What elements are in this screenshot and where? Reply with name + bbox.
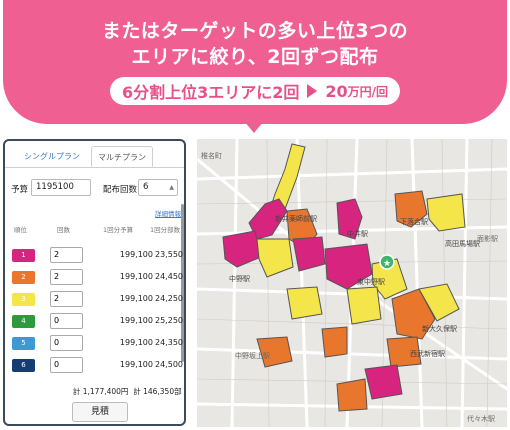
banner-pointer (244, 121, 264, 133)
plan-summary-pill: 6分割上位3エリアに2回 20 万円/回 (110, 77, 400, 105)
area-rank2-e (321, 326, 348, 358)
area-rank3-b (426, 193, 466, 232)
quote-button[interactable]: 見積 (72, 402, 128, 422)
total-copies: 計 146,350部 (133, 387, 182, 396)
area-rank1-e (364, 364, 403, 400)
rank-swatch: 6 (12, 359, 35, 372)
detail-info-link[interactable]: 詳細情報 (155, 208, 181, 218)
table-row: 4 0 199,100 25,250 (5, 312, 184, 334)
map-label: 中野駅 (229, 275, 250, 283)
map-label: 東中野駅 (357, 278, 385, 286)
budget-input[interactable]: 1195100 (31, 179, 91, 196)
map-label: 下落合駅 (400, 218, 428, 226)
col-copies: 1回分部数 (150, 226, 181, 234)
total-label: 計 (72, 387, 81, 396)
times-input[interactable]: 2 (50, 291, 83, 307)
tab-multi-plan[interactable]: マルチプラン (91, 146, 153, 167)
distribution-count-select[interactable]: 6 ▲ (138, 179, 178, 196)
copies-cell: 23,550 (155, 250, 183, 259)
budget-cell: 199,100 (119, 272, 153, 281)
budget-cell: 199,100 (119, 360, 153, 369)
map-label: 椎名町 (201, 152, 222, 160)
map-label: 新井薬師前駅 (275, 215, 317, 223)
copies-cell: 24,450 (155, 272, 183, 281)
times-input[interactable]: 2 (50, 247, 83, 263)
budget-label: 予算 (11, 185, 29, 195)
budget-cell: 199,100 (119, 294, 153, 303)
col-budget: 1回分予算 (103, 226, 134, 234)
star-icon: ★ (383, 259, 391, 269)
plan-tabs: シングルプラン マルチプラン (5, 141, 184, 168)
select-arrows-icon: ▲ (169, 184, 174, 191)
table-row: 6 0 199,100 24,500 (5, 356, 184, 378)
plan-price-unit: 万円/回 (347, 84, 389, 99)
plan-summary-text: 6分割上位3エリアに2回 (121, 83, 300, 102)
budget-cell: 199,100 (119, 316, 153, 325)
banner-headline-line2: エリアに絞り、2回ずつ配布 (131, 46, 379, 68)
times-input[interactable]: 0 (50, 357, 83, 373)
distribution-map[interactable]: ★ 椎名町 新井薬師前駅 下落合駅 中井駅 中野駅 東中野駅 高田馬場駅 面影駅… (197, 139, 507, 427)
copies-cell: 24,250 (155, 294, 183, 303)
map-label: 中井駅 (347, 230, 368, 238)
times-input[interactable]: 2 (50, 269, 83, 285)
total-budget: 1,177,400円 (82, 387, 129, 396)
rank-swatch: 5 (12, 337, 35, 350)
budget-cell: 199,100 (119, 250, 153, 259)
table-row: 2 2 199,100 24,450 (5, 268, 184, 290)
area-rank1-b (222, 230, 262, 268)
rank-swatch: 4 (12, 315, 35, 328)
map-label: 面影駅 (477, 235, 498, 243)
area-rank2-g (336, 378, 368, 412)
budget-cell: 199,100 (119, 338, 153, 347)
table-row: 5 0 199,100 24,350 (5, 334, 184, 356)
rank-swatch: 1 (12, 249, 35, 262)
copies-cell: 25,250 (155, 316, 183, 325)
table-row: 3 2 199,100 24,250 (5, 290, 184, 312)
area-rank3-f (286, 286, 323, 320)
copies-cell: 24,350 (155, 338, 183, 347)
tab-single-plan[interactable]: シングルプラン (9, 146, 95, 167)
col-times: 回数 (57, 226, 70, 234)
area-rank3-g (346, 286, 382, 325)
plan-panel: シングルプラン マルチプラン 予算 1195100 配布回数 6 ▲ 詳細情報 … (3, 139, 186, 426)
area-polygons (222, 143, 466, 412)
totals-line: 計 1,177,400円 計 146,350部 (5, 386, 184, 397)
rank-swatch: 2 (12, 271, 35, 284)
table-row: 1 2 199,100 23,550 (5, 246, 184, 268)
rank-swatch: 3 (12, 293, 35, 306)
banner-headline-line1: またはターゲットの多い上位3つの (101, 20, 409, 42)
distribution-count-value: 6 (143, 182, 149, 192)
triangle-right-icon (307, 84, 318, 98)
map-label: 西武新宿駅 (410, 350, 445, 358)
col-rank: 順位 (14, 226, 27, 234)
copies-cell: 24,500 (155, 360, 183, 369)
map-label: 高田馬場駅 (445, 240, 480, 248)
map-label: 中野坂上駅 (235, 352, 270, 360)
map-label: 代々木駅 (467, 415, 495, 423)
times-input[interactable]: 0 (50, 313, 83, 329)
map-label: 新大久保駅 (422, 325, 457, 333)
area-rank3-c (256, 238, 294, 278)
times-input[interactable]: 0 (50, 335, 83, 351)
area-rank1-c (292, 236, 326, 272)
distribution-count-label: 配布回数 (103, 185, 138, 195)
plan-price: 20 (325, 81, 348, 101)
